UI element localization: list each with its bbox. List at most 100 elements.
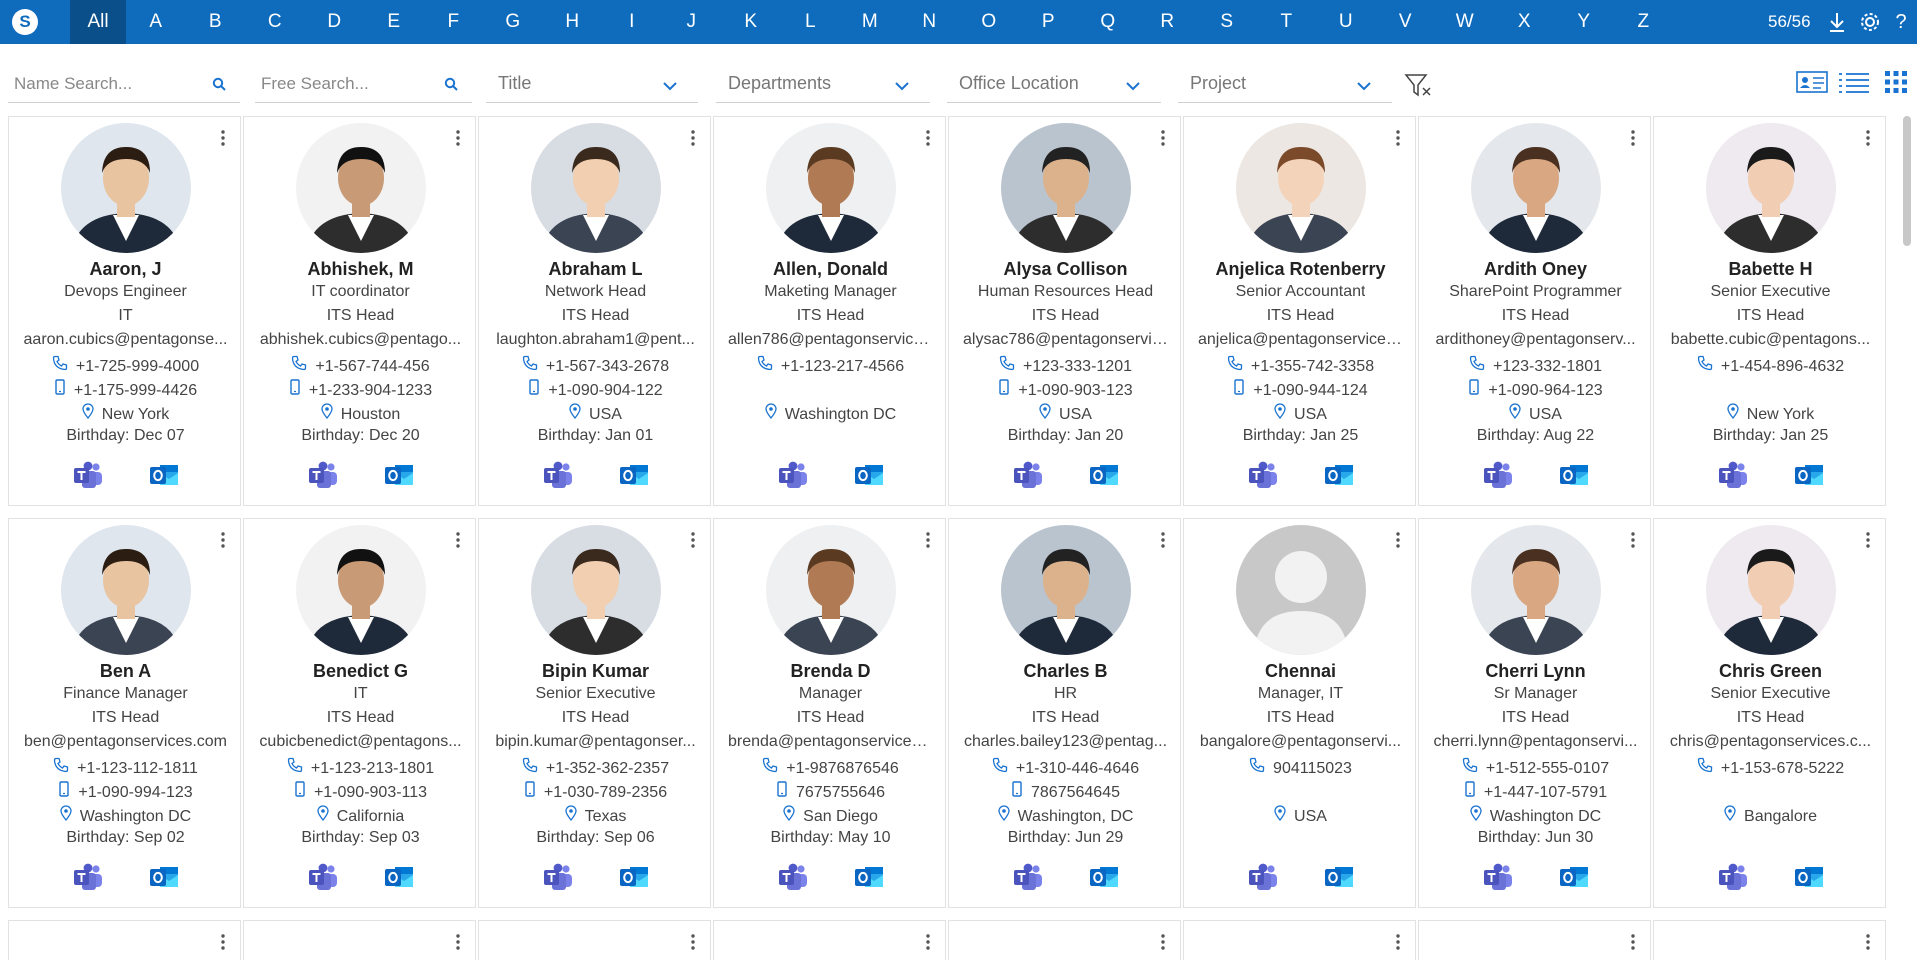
teams-icon[interactable]: [1483, 862, 1513, 897]
person-email-row[interactable]: laughton.abraham1@pent...: [479, 331, 712, 349]
avatar[interactable]: [1706, 525, 1836, 655]
person-name[interactable]: Anjelica Rotenberry: [1215, 259, 1385, 280]
avatar[interactable]: [531, 525, 661, 655]
avatar[interactable]: [1001, 123, 1131, 253]
person-phone-row[interactable]: +123-332-1801: [1419, 355, 1652, 376]
letter-all[interactable]: All: [70, 0, 126, 44]
person-name[interactable]: Ben A: [100, 661, 151, 682]
office-location-dropdown[interactable]: Office Location: [947, 64, 1161, 103]
avatar[interactable]: [61, 123, 191, 253]
person-name[interactable]: Babette H: [1728, 259, 1812, 280]
person-mobile-row[interactable]: +1-175-999-4426: [9, 379, 242, 400]
person-mobile[interactable]: 7675755646: [796, 784, 885, 802]
person-name-row[interactable]: Abraham L: [479, 259, 712, 280]
person-mobile-row[interactable]: +1-090-904-122: [479, 379, 712, 400]
person-email[interactable]: allen786@pentagonservice...: [728, 331, 933, 349]
app-logo-icon[interactable]: S: [12, 9, 38, 35]
person-card[interactable]: Abraham L Network Head ITS Head laughton.ab…: [478, 116, 711, 506]
person-mobile[interactable]: +1-233-904-1233: [309, 382, 432, 400]
person-card[interactable]: [478, 920, 711, 960]
person-name-row[interactable]: Alysa Collison: [949, 259, 1182, 280]
person-name-row[interactable]: Anjelica Rotenberry: [1184, 259, 1417, 280]
avatar[interactable]: [531, 123, 661, 253]
title-dropdown[interactable]: Title: [486, 64, 698, 103]
person-phone-row[interactable]: +1-567-744-456: [244, 355, 477, 376]
letter-o[interactable]: O: [959, 0, 1019, 44]
person-card[interactable]: Ardith Oney SharePoint Programmer ITS Head…: [1418, 116, 1651, 506]
more-options-icon[interactable]: [1395, 531, 1401, 554]
letter-u[interactable]: U: [1316, 0, 1376, 44]
person-name-row[interactable]: Charles B: [949, 661, 1182, 682]
letter-x[interactable]: X: [1495, 0, 1555, 44]
person-mobile-row[interactable]: +1-090-903-123: [949, 379, 1182, 400]
person-email[interactable]: anjelica@pentagonservices...: [1198, 331, 1403, 349]
teams-icon[interactable]: [778, 460, 808, 495]
person-card[interactable]: [948, 920, 1181, 960]
person-phone[interactable]: +1-567-343-2678: [546, 358, 669, 376]
name-search-input[interactable]: [14, 74, 184, 94]
person-mobile-row[interactable]: +1-090-903-113: [244, 781, 477, 802]
person-email[interactable]: chris@pentagonservices.c...: [1670, 733, 1871, 751]
more-options-icon[interactable]: [220, 129, 226, 152]
person-name-row[interactable]: Chris Green: [1654, 661, 1887, 682]
more-options-icon[interactable]: [925, 933, 931, 956]
person-mobile-row[interactable]: 7867564645: [949, 781, 1182, 802]
scrollbar[interactable]: [1903, 116, 1911, 246]
person-phone[interactable]: +1-355-742-3358: [1251, 358, 1374, 376]
download-icon[interactable]: [1825, 10, 1849, 34]
person-card[interactable]: Cherri Lynn Sr Manager ITS Head cherri.lynn…: [1418, 518, 1651, 908]
person-email-row[interactable]: babette.cubic@pentagons...: [1654, 331, 1887, 349]
person-card[interactable]: Babette H Senior Executive ITS Head babette…: [1653, 116, 1886, 506]
person-name-row[interactable]: Abhishek, M: [244, 259, 477, 280]
person-name[interactable]: Chris Green: [1719, 661, 1822, 682]
person-phone[interactable]: 904115023: [1273, 760, 1352, 778]
person-card[interactable]: Ben A Finance Manager ITS Head ben@pentagon…: [8, 518, 241, 908]
person-email-row[interactable]: anjelica@pentagonservices...: [1184, 331, 1417, 349]
person-mobile[interactable]: 7867564645: [1031, 784, 1120, 802]
outlook-icon[interactable]: [1089, 862, 1119, 897]
person-card[interactable]: Alysa Collison Human Resources Head ITS He…: [948, 116, 1181, 506]
person-email-row[interactable]: aaron.cubics@pentagonse...: [9, 331, 242, 349]
outlook-icon[interactable]: [1559, 460, 1589, 495]
person-name[interactable]: Abhishek, M: [307, 259, 413, 280]
person-email-row[interactable]: brenda@pentagonservices....: [714, 733, 947, 751]
person-phone-row[interactable]: +1-123-213-1801: [244, 757, 477, 778]
more-options-icon[interactable]: [1630, 933, 1636, 956]
outlook-icon[interactable]: [619, 862, 649, 897]
person-name[interactable]: Abraham L: [548, 259, 642, 280]
person-phone[interactable]: +123-332-1801: [1493, 358, 1602, 376]
person-phone[interactable]: +1-352-362-2357: [546, 760, 669, 778]
free-search-input[interactable]: [261, 74, 431, 94]
person-phone-row[interactable]: +1-153-678-5222: [1654, 757, 1887, 778]
person-mobile-row[interactable]: +1-090-994-123: [9, 781, 242, 802]
person-name-row[interactable]: Cherri Lynn: [1419, 661, 1652, 682]
avatar[interactable]: [766, 123, 896, 253]
avatar[interactable]: [296, 525, 426, 655]
letter-n[interactable]: N: [900, 0, 960, 44]
avatar[interactable]: [61, 525, 191, 655]
person-email[interactable]: cubicbenedict@pentagons...: [259, 733, 461, 751]
person-name[interactable]: Brenda D: [790, 661, 870, 682]
person-email[interactable]: alysac786@pentagonservic...: [963, 331, 1168, 349]
person-name[interactable]: Aaron, J: [89, 259, 161, 280]
teams-icon[interactable]: [308, 460, 338, 495]
person-card[interactable]: Aaron, J Devops Engineer IT aaron.cubics@pe…: [8, 116, 241, 506]
person-phone-row[interactable]: +1-352-362-2357: [479, 757, 712, 778]
person-mobile-row[interactable]: +1-233-904-1233: [244, 379, 477, 400]
person-email[interactable]: aaron.cubics@pentagonse...: [24, 331, 228, 349]
departments-dropdown[interactable]: Departments: [716, 64, 930, 103]
outlook-icon[interactable]: [1559, 862, 1589, 897]
person-card[interactable]: Chennai Manager, IT ITS Head bangalore@pent…: [1183, 518, 1416, 908]
more-options-icon[interactable]: [1630, 531, 1636, 554]
person-name-row[interactable]: Babette H: [1654, 259, 1887, 280]
outlook-icon[interactable]: [1324, 460, 1354, 495]
person-email-row[interactable]: cubicbenedict@pentagons...: [244, 733, 477, 751]
person-card[interactable]: [1183, 920, 1416, 960]
letter-c[interactable]: C: [245, 0, 305, 44]
more-options-icon[interactable]: [455, 129, 461, 152]
person-phone-row[interactable]: +1-512-555-0107: [1419, 757, 1652, 778]
card-view-icon[interactable]: [1796, 70, 1828, 99]
avatar[interactable]: [1236, 123, 1366, 253]
avatar[interactable]: [1001, 525, 1131, 655]
person-phone-row[interactable]: +123-333-1201: [949, 355, 1182, 376]
